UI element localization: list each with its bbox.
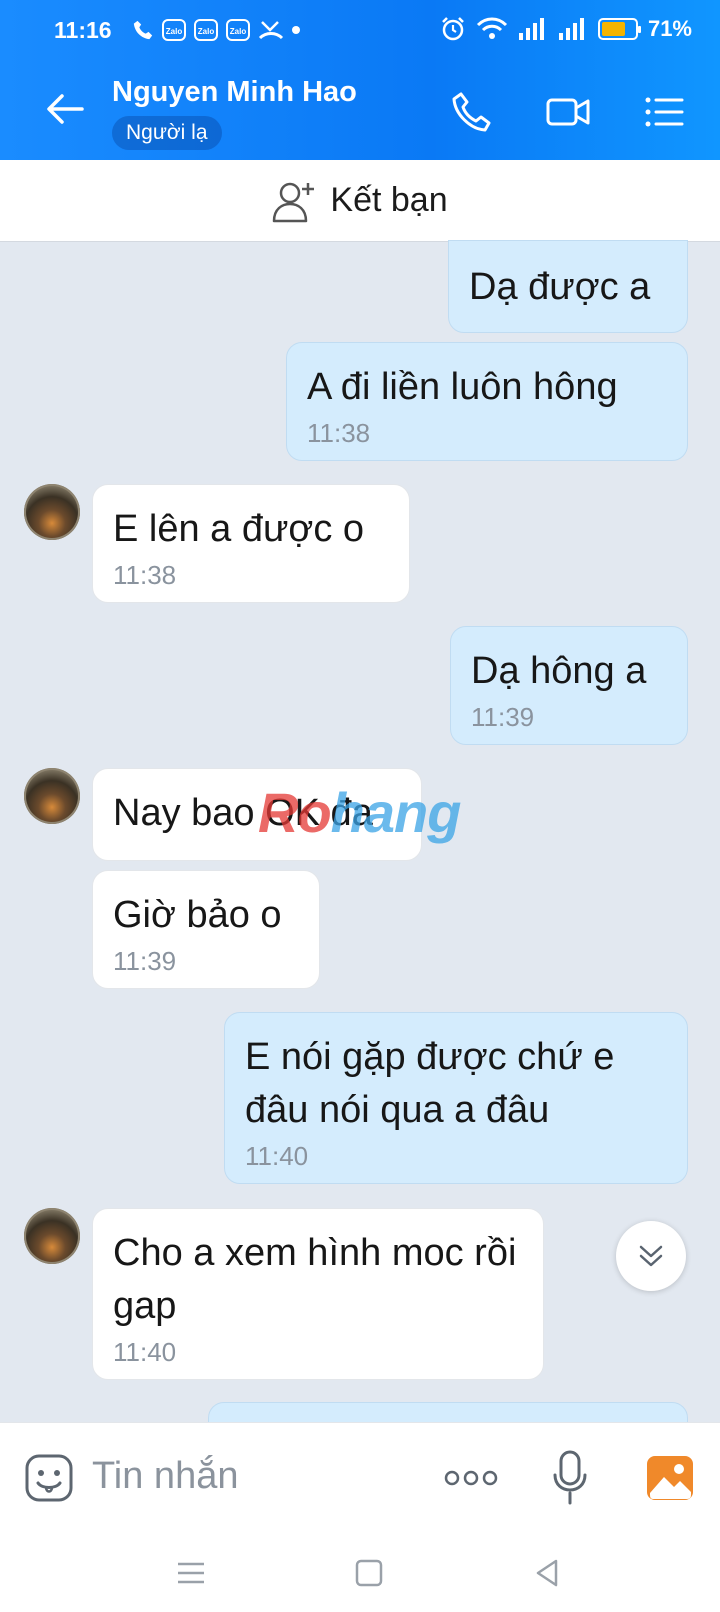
message-time: 11:38 <box>113 560 177 590</box>
message-bubble-incoming[interactable]: E lên a được o 11:38 <box>92 484 410 603</box>
more-notifications-dot <box>292 26 300 34</box>
message-text: Dạ được a <box>469 266 651 308</box>
double-chevron-down-icon <box>639 1245 663 1267</box>
back-nav-icon[interactable] <box>530 1556 564 1590</box>
message-bubble-incoming[interactable]: Giờ bảo o 11:39 <box>92 870 320 989</box>
watermark-part: hang <box>330 781 462 844</box>
system-nav-bar <box>0 1532 720 1612</box>
signal-icon <box>518 18 544 40</box>
phone-notification-icon <box>133 20 153 40</box>
message-text: E lên a được o <box>113 508 365 550</box>
sticker-emoji-icon[interactable] <box>24 1453 74 1503</box>
message-time: 11:38 <box>307 418 371 448</box>
message-time: 11:40 <box>245 1141 309 1171</box>
message-bubble-outgoing[interactable]: A đi liền luôn hông 11:38 <box>286 342 688 461</box>
message-bubble-incoming[interactable]: Cho a xem hình moc rồi gap 11:40 <box>92 1208 544 1380</box>
message-text: Cho a xem hình moc rồi gap <box>113 1232 517 1327</box>
alarm-icon <box>442 17 464 41</box>
add-friend-bar[interactable]: Kết bạn <box>0 160 720 242</box>
message-time: 11:39 <box>113 946 177 976</box>
status-bar: 11:16 Zalo Zalo Zalo 71% <box>0 0 720 64</box>
watermark-logo: Rohang <box>258 780 462 845</box>
contact-name[interactable]: Nguyen Minh Hao <box>112 76 357 109</box>
back-arrow-icon[interactable] <box>42 86 88 132</box>
wifi-icon <box>476 17 508 39</box>
message-input-bar: Tin nhắn <box>0 1422 720 1533</box>
message-bubble-outgoing[interactable]: E nói gặp được chứ e đâu nói qua a đâu 1… <box>224 1012 688 1184</box>
video-call-icon[interactable] <box>544 88 592 136</box>
message-time: 11:39 <box>471 702 535 732</box>
add-friend-icon <box>273 182 315 222</box>
home-icon[interactable] <box>352 1556 386 1590</box>
zalo-notification-icon: Zalo <box>194 19 218 41</box>
stranger-badge: Người lạ <box>112 116 222 150</box>
battery-percent: 71% <box>647 16 692 41</box>
missed-call-icon <box>258 21 284 40</box>
system-icons: 71% <box>440 16 692 42</box>
message-text: A đi liền luôn hông <box>307 366 618 408</box>
message-text: Dạ hông a <box>471 650 647 692</box>
watermark-part: Ro <box>258 781 332 844</box>
message-input[interactable]: Tin nhắn <box>92 1455 238 1498</box>
contact-avatar[interactable] <box>24 768 80 824</box>
zalo-notification-icon: Zalo <box>162 19 186 41</box>
add-friend-label: Kết bạn <box>330 181 448 219</box>
microphone-icon[interactable] <box>552 1449 588 1505</box>
contact-avatar[interactable] <box>24 484 80 540</box>
signal-icon <box>558 18 584 40</box>
message-text: Giờ bảo o <box>113 894 282 936</box>
notification-icons: Zalo Zalo Zalo <box>132 18 300 42</box>
more-options-icon[interactable] <box>444 1463 498 1493</box>
battery-icon <box>597 18 641 40</box>
message-bubble-outgoing[interactable]: Dạ hông a 11:39 <box>450 626 688 745</box>
contact-avatar[interactable] <box>24 1208 80 1264</box>
zalo-notification-icon: Zalo <box>226 19 250 41</box>
message-text: E nói gặp được chứ e đâu nói qua a đâu <box>245 1036 615 1131</box>
gallery-icon[interactable] <box>646 1455 694 1501</box>
message-bubble-outgoing[interactable]: Dạ được a <box>448 240 688 333</box>
menu-list-icon[interactable] <box>640 88 688 136</box>
message-time: 11:40 <box>113 1337 177 1367</box>
app-bar: Nguyen Minh Hao Người lạ <box>0 64 720 160</box>
status-time: 11:16 <box>54 17 112 43</box>
battery-fill <box>601 22 625 36</box>
chat-header: 11:16 Zalo Zalo Zalo 71% Nguyen Minh Hao… <box>0 0 720 160</box>
phone-icon[interactable] <box>448 88 496 136</box>
recent-apps-icon[interactable] <box>174 1556 208 1590</box>
scroll-to-bottom-button[interactable] <box>616 1221 686 1291</box>
